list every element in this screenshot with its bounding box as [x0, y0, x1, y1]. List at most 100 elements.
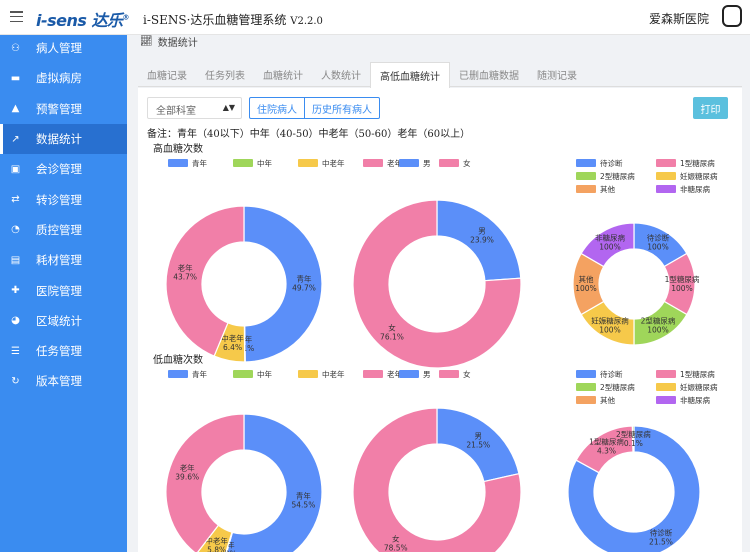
legend-label[interactable]: 男 — [423, 370, 431, 379]
pie-slice[interactable] — [165, 413, 245, 552]
legend-swatch[interactable] — [399, 370, 419, 378]
legend-swatch[interactable] — [439, 159, 459, 167]
sidebar-item-6[interactable]: ◔ 质控管理 — [0, 215, 127, 245]
legend-label[interactable]: 中年 — [257, 158, 272, 168]
hospital-name: 爱森斯医院 — [648, 12, 709, 26]
legend-label[interactable]: 男 — [423, 159, 431, 168]
pie-slice[interactable] — [352, 407, 522, 552]
sidebar-item-9[interactable]: ◕ 区域统计 — [0, 306, 127, 336]
legend-label[interactable]: 女 — [463, 369, 471, 379]
legend-swatch[interactable] — [656, 185, 676, 193]
legend-label[interactable]: 中年 — [257, 369, 272, 379]
sidebar-item-label: 区域统计 — [36, 313, 82, 328]
legend-label[interactable]: 青年 — [192, 158, 207, 168]
legend-label[interactable]: 非糖尿病 — [680, 184, 710, 194]
user-avatar[interactable] — [722, 5, 742, 27]
legend-swatch[interactable] — [399, 159, 419, 167]
slice-label: 待诊断 21.5% — [649, 528, 673, 547]
legend-label[interactable]: 其他 — [600, 184, 615, 194]
legend-swatch[interactable] — [298, 159, 318, 167]
legend-swatch[interactable] — [363, 159, 383, 167]
sidebar-item-label: 医院管理 — [36, 283, 82, 298]
legend-label[interactable]: 待诊断 — [600, 158, 623, 168]
sidebar-item-label: 转诊管理 — [36, 192, 82, 207]
legend-swatch[interactable] — [576, 159, 596, 167]
sidebar-item-label: 会诊管理 — [36, 162, 82, 177]
legend-swatch[interactable] — [576, 396, 596, 404]
legend-swatch[interactable] — [576, 383, 596, 391]
legend-swatch[interactable] — [576, 370, 596, 378]
legend-swatch[interactable] — [576, 185, 596, 193]
sidebar-item-8[interactable]: ✚ 医院管理 — [0, 275, 127, 305]
app-title: i-SENS·达乐血糖管理系统 V2.2.0 — [143, 13, 323, 27]
sidebar-item-label: 质控管理 — [36, 222, 82, 237]
legend-label[interactable]: 妊娠糖尿病 — [680, 382, 718, 392]
legend-swatch[interactable] — [656, 370, 676, 378]
sidebar-item-10[interactable]: ☰ 任务管理 — [0, 336, 127, 366]
hospital-icon: ✚ — [11, 285, 20, 297]
legend-swatch[interactable] — [656, 383, 676, 391]
legend-label[interactable]: 中老年 — [322, 158, 345, 168]
legend-label[interactable]: 女 — [463, 158, 471, 168]
top-bar: i-sens 达乐® i-SENS·达乐血糖管理系统 V2.2.0 爱森斯医院 — [0, 0, 750, 35]
refresh-icon: ↻ — [11, 375, 20, 387]
sidebar-item-1[interactable]: ▬ 虚拟病房 — [0, 63, 127, 93]
tab-3[interactable]: 人数统计 — [312, 62, 370, 87]
sidebar-item-3[interactable]: ↗ 数据统计 — [0, 123, 127, 155]
sidebar-item-5[interactable]: ⇄ 转诊管理 — [0, 184, 127, 214]
tab-5[interactable]: 已删血糖数据 — [450, 62, 528, 87]
legend-swatch[interactable] — [439, 370, 459, 378]
sidebar-item-label: 虚拟病房 — [36, 71, 82, 86]
sidebar-item-label: 病人管理 — [36, 41, 82, 56]
legend-label[interactable]: 非糖尿病 — [680, 395, 710, 405]
legend-swatch[interactable] — [656, 172, 676, 180]
legend-swatch[interactable] — [656, 396, 676, 404]
legend-label[interactable]: 其他 — [600, 395, 615, 405]
tab-6[interactable]: 随测记录 — [528, 62, 586, 87]
sidebar-item-2[interactable]: ▲ 预警管理 — [0, 94, 127, 124]
bell-icon: ▲ — [11, 103, 20, 115]
sidebar-item-label: 版本管理 — [36, 374, 82, 389]
legend-swatch[interactable] — [576, 172, 596, 180]
box-icon: ▤ — [10, 254, 21, 266]
sidebar-item-label: 耗材管理 — [36, 253, 82, 268]
pie-icon: ◕ — [11, 315, 20, 327]
bed-icon: ▬ — [10, 72, 21, 84]
menu-toggle-icon[interactable] — [10, 11, 23, 22]
legend-label[interactable]: 妊娠糖尿病 — [680, 171, 718, 181]
legend-label[interactable]: 待诊断 — [600, 369, 623, 379]
users-icon: ⚇ — [11, 42, 20, 54]
legend-label[interactable]: 青年 — [192, 369, 207, 379]
stats-panel: 全部科室 ▲▼ 住院病人 历史所有病人 打印 备注：青年（40以下）中年（40-5… — [138, 88, 742, 558]
sidebar-item-4[interactable]: ▣ 会诊管理 — [0, 154, 127, 184]
legend-swatch[interactable] — [298, 370, 318, 378]
tab-1[interactable]: 任务列表 — [196, 62, 254, 87]
sidebar-item-11[interactable]: ↻ 版本管理 — [0, 366, 127, 396]
legend-label[interactable]: 1型糖尿病 — [680, 158, 715, 168]
tab-0[interactable]: 血糖记录 — [138, 62, 196, 87]
charts-area: 青年中年中老年老年青年49.7%中年0.1%中老年6.4%老年43.7%男女男2… — [165, 158, 718, 552]
legend-label[interactable]: 中老年 — [322, 369, 345, 379]
sidebar-item-7[interactable]: ▤ 耗材管理 — [0, 245, 127, 275]
legend-label[interactable]: 2型糖尿病 — [600, 382, 635, 392]
exchange-icon: ⇄ — [11, 194, 20, 206]
sidebar: ⚇ 病人管理 ▬ 虚拟病房 ▲ 预警管理 ↗ 数据统计 ▣ 会诊管理 ⇄ 转诊管理 ◔ 质控管理 ▤ 耗材管理… — [0, 35, 127, 552]
legend-swatch[interactable] — [656, 159, 676, 167]
legend-swatch[interactable] — [168, 370, 188, 378]
legend-swatch[interactable] — [168, 159, 188, 167]
sidebar-item-0[interactable]: ⚇ 病人管理 — [0, 33, 127, 63]
sidebar-item-label: 任务管理 — [36, 344, 82, 359]
legend-label[interactable]: 1型糖尿病 — [680, 369, 715, 379]
slice-label: 待诊断 100% — [647, 232, 670, 251]
slice-label: 中老年 6.4% — [221, 333, 244, 352]
legend-swatch[interactable] — [233, 370, 253, 378]
sidebar-item-label: 数据统计 — [36, 132, 82, 147]
list-icon: ☰ — [11, 345, 20, 357]
tab-2[interactable]: 血糖统计 — [254, 62, 312, 87]
tab-bar: 血糖记录 任务列表 血糖统计 人数统计 高低血糖统计 已删血糖数据 随测记录 — [138, 62, 742, 88]
legend-label[interactable]: 2型糖尿病 — [600, 171, 635, 181]
tab-4[interactable]: 高低血糖统计 — [370, 62, 450, 88]
logo: i-sens 达乐® — [36, 11, 130, 30]
legend-swatch[interactable] — [233, 159, 253, 167]
legend-swatch[interactable] — [363, 370, 383, 378]
